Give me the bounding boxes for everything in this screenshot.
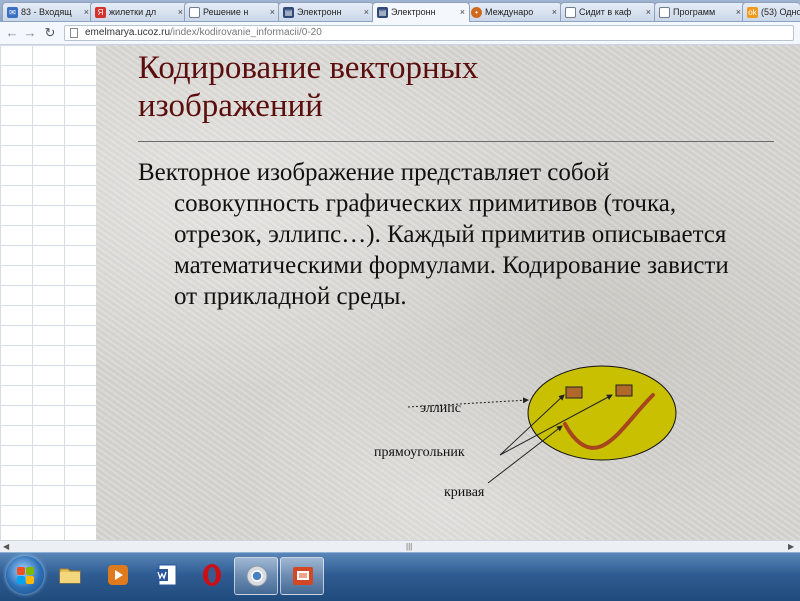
page-icon bbox=[565, 7, 576, 18]
tab-programs[interactable]: Программ × bbox=[654, 2, 746, 21]
smiley-diagram bbox=[407, 365, 677, 484]
slide: Кодирование векторных изображений Вектор… bbox=[96, 45, 800, 540]
windows-logo-icon bbox=[17, 567, 34, 584]
close-icon[interactable]: × bbox=[460, 3, 465, 22]
label-curve: кривая bbox=[444, 485, 485, 500]
url-text: emelmarya.ucoz.ru/index/kodirovanie_info… bbox=[85, 26, 322, 40]
tab-label: 83 - Входящ bbox=[21, 7, 72, 17]
close-icon[interactable]: × bbox=[552, 3, 557, 21]
powerpoint-icon bbox=[293, 567, 313, 585]
tab-label: Решение н bbox=[203, 7, 249, 17]
back-arrow-icon[interactable]: ← bbox=[4, 25, 20, 41]
close-icon[interactable]: × bbox=[736, 3, 741, 21]
pointer-line-curve bbox=[487, 425, 563, 484]
close-icon[interactable]: × bbox=[84, 3, 89, 21]
start-button[interactable] bbox=[6, 556, 44, 594]
tab-odnoklassniki[interactable]: ok (53) Одно bbox=[742, 2, 800, 21]
label-ellipse: эллипс bbox=[420, 401, 461, 416]
chrome-icon bbox=[246, 565, 268, 587]
tab-electronic-1[interactable]: ▤ Электронн × bbox=[278, 2, 374, 21]
address-bar[interactable]: emelmarya.ucoz.ru/index/kodirovanie_info… bbox=[64, 25, 794, 41]
tab-electronic-2[interactable]: ▤ Электронн × bbox=[372, 2, 470, 22]
taskbar-opera[interactable] bbox=[190, 557, 234, 595]
page-left-margin bbox=[0, 45, 96, 540]
page-icon bbox=[659, 7, 670, 18]
taskbar-chrome[interactable] bbox=[234, 557, 278, 595]
book-icon: ▤ bbox=[283, 7, 294, 18]
tab-label: Электронн bbox=[297, 7, 342, 17]
taskbar-media-player[interactable] bbox=[96, 557, 140, 595]
taskbar-explorer[interactable] bbox=[48, 557, 92, 595]
tab-international[interactable]: • Междунаро × bbox=[466, 2, 562, 21]
tab-label: Электронн bbox=[391, 7, 436, 17]
ok-icon: ok bbox=[747, 7, 758, 18]
taskbar-word[interactable] bbox=[144, 557, 188, 595]
page-icon bbox=[70, 28, 78, 38]
windows-taskbar bbox=[0, 552, 800, 601]
tab-label: Программ bbox=[673, 7, 716, 17]
mail-icon: ✉ bbox=[7, 7, 18, 18]
media-player-icon bbox=[108, 565, 128, 585]
opera-icon bbox=[203, 564, 221, 586]
tab-label: (53) Одно bbox=[761, 7, 800, 17]
tab-solution[interactable]: Решение н × bbox=[184, 2, 280, 21]
close-icon[interactable]: × bbox=[178, 3, 183, 21]
tab-label: жилетки дл bbox=[109, 7, 157, 17]
tab-sits[interactable]: Сидит в каф × bbox=[560, 2, 656, 21]
navigation-bar: ← → ↻ emelmarya.ucoz.ru/index/kodirovani… bbox=[0, 22, 800, 45]
page-icon bbox=[189, 7, 200, 18]
tab-label: Междунаро bbox=[485, 7, 534, 17]
label-rectangle: прямоугольник bbox=[374, 445, 465, 460]
close-icon[interactable]: × bbox=[364, 3, 369, 21]
reload-icon[interactable]: ↻ bbox=[42, 25, 58, 41]
tab-vests[interactable]: Я жилетки дл × bbox=[90, 2, 188, 21]
tab-label: Сидит в каф bbox=[579, 7, 632, 17]
word-icon bbox=[156, 564, 177, 586]
tab-strip: ✉ 83 - Входящ × Я жилетки дл × Решение н… bbox=[0, 0, 800, 23]
folder-icon bbox=[59, 568, 81, 584]
taskbar-powerpoint[interactable] bbox=[280, 557, 324, 595]
close-icon[interactable]: × bbox=[646, 3, 651, 21]
url-path: /index/kodirovanie_informacii/0-20 bbox=[170, 27, 322, 38]
paw-icon: • bbox=[471, 7, 482, 18]
forward-arrow-icon[interactable]: → bbox=[22, 25, 38, 41]
tab-inbox[interactable]: ✉ 83 - Входящ × bbox=[2, 2, 94, 21]
rectangle-right-eye bbox=[615, 384, 633, 397]
rectangle-left-eye bbox=[565, 386, 583, 399]
yandex-icon: Я bbox=[95, 7, 106, 18]
close-icon[interactable]: × bbox=[270, 3, 275, 21]
url-host: emelmarya.ucoz.ru bbox=[85, 27, 171, 38]
book-icon: ▤ bbox=[377, 7, 388, 18]
scrollbar-grip-icon[interactable]: ||| bbox=[406, 543, 412, 551]
